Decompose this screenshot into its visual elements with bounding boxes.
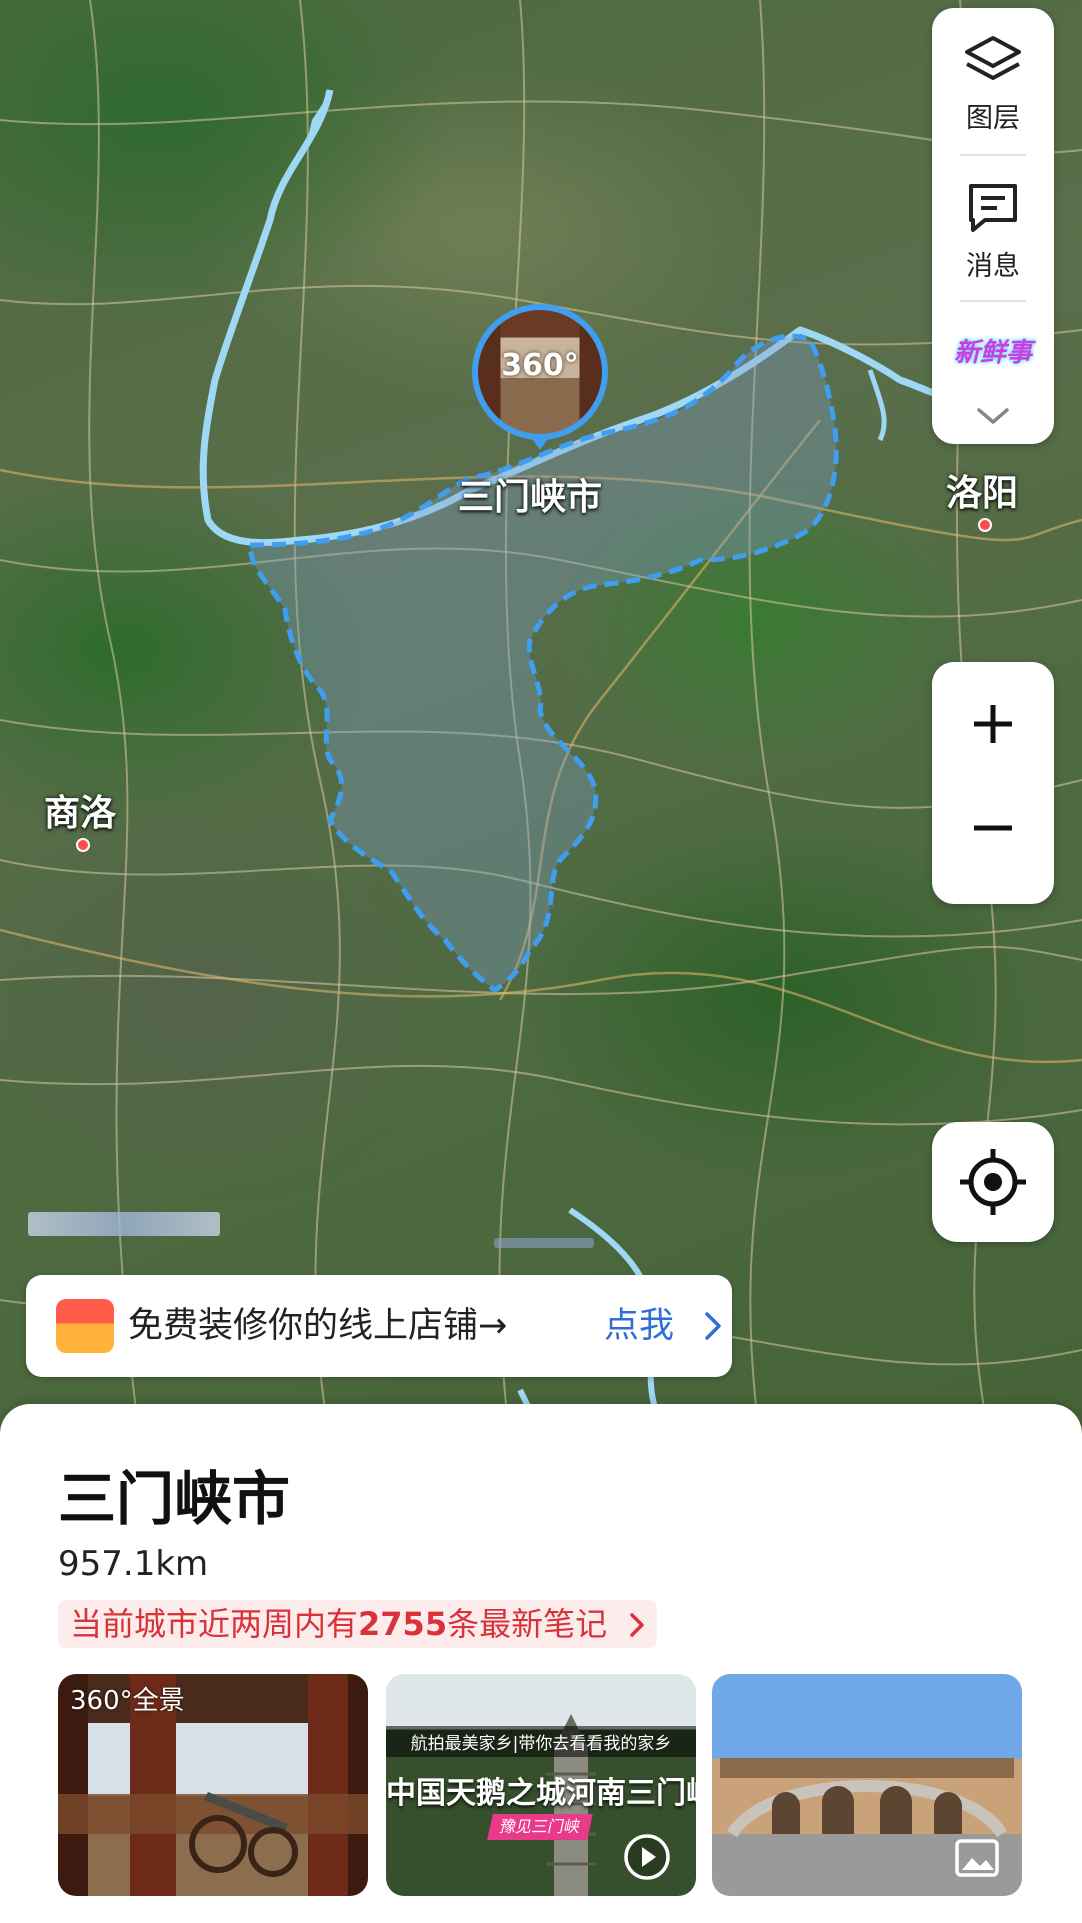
photo-thumbnail[interactable]	[712, 1674, 1022, 1896]
satellite-map[interactable]: 三门峡市 洛阳 商洛 360°	[0, 0, 1082, 1440]
whats-new-badge[interactable]: 新鲜事	[954, 326, 1032, 380]
place-title: 三门峡市	[58, 1465, 291, 1533]
zoom-out-button[interactable]	[932, 783, 1054, 904]
panel-divider	[960, 300, 1026, 302]
panorama-thumbnail[interactable]: 360°全景	[58, 1674, 368, 1896]
map-tools-panel: 图层 消息 新鲜事	[932, 8, 1054, 444]
message-icon	[969, 184, 1017, 232]
panel-divider	[960, 154, 1026, 156]
locate-me-button[interactable]	[932, 1122, 1054, 1242]
plus-icon	[974, 705, 1012, 743]
panorama-pin-pointer	[530, 436, 550, 450]
notes-suffix: 条最新笔记	[447, 1605, 608, 1643]
city-label-luoyang[interactable]: 洛阳	[946, 464, 1018, 516]
panorama-badge: 360°全景	[70, 1686, 185, 1716]
chevron-down-icon[interactable]	[975, 406, 1011, 426]
place-distance: 957.1km	[58, 1544, 209, 1584]
promo-link[interactable]: 点我	[604, 1275, 674, 1377]
map-attribution	[494, 1238, 594, 1248]
city-dot-luoyang[interactable]	[978, 518, 992, 532]
video-caption-top: 航拍最美家乡|带你去看看我的家乡	[386, 1726, 696, 1757]
layers-button[interactable]: 图层	[932, 32, 1054, 135]
current-city-map-label[interactable]: 三门峡市	[458, 468, 602, 520]
zoom-panel	[932, 662, 1054, 904]
notes-count: 2755	[358, 1605, 448, 1643]
video-tag: 豫见三门峡	[487, 1814, 593, 1840]
place-detail-sheet[interactable]: 三门峡市 957.1km 当前城市近两周内有2755条最新笔记 360°全景 航…	[0, 1404, 1082, 1923]
video-thumbnail[interactable]: 航拍最美家乡|带你去看看我的家乡 中国天鹅之城河南三门峡 豫见三门峡	[386, 1674, 696, 1896]
minus-icon	[974, 825, 1012, 831]
map-scale-bar	[28, 1212, 220, 1236]
layers-icon	[965, 36, 1021, 80]
recent-notes-link[interactable]: 当前城市近两周内有2755条最新笔记	[58, 1600, 658, 1648]
store-promo-banner[interactable]: 免费装修你的线上店铺→ 点我	[26, 1275, 732, 1377]
promo-text: 免费装修你的线上店铺→	[128, 1306, 508, 1346]
image-icon	[955, 1839, 999, 1877]
messages-label: 消息	[966, 251, 1020, 282]
notes-prefix: 当前城市近两周内有	[70, 1605, 359, 1643]
messages-button[interactable]: 消息	[932, 180, 1054, 283]
locate-icon	[960, 1149, 1026, 1215]
zoom-in-button[interactable]	[932, 662, 1054, 783]
city-label-shangluo[interactable]: 商洛	[44, 784, 116, 836]
layers-label: 图层	[966, 103, 1020, 134]
play-icon	[624, 1834, 670, 1880]
panorama-360-badge: 360°	[501, 348, 579, 383]
panorama-pin[interactable]: 360°	[472, 304, 608, 440]
city-dot-shangluo[interactable]	[76, 838, 90, 852]
video-caption-main: 中国天鹅之城河南三门峡	[386, 1776, 696, 1811]
chevron-right-icon	[630, 1613, 644, 1637]
gift-icon	[56, 1299, 114, 1353]
chevron-right-icon	[705, 1312, 721, 1340]
